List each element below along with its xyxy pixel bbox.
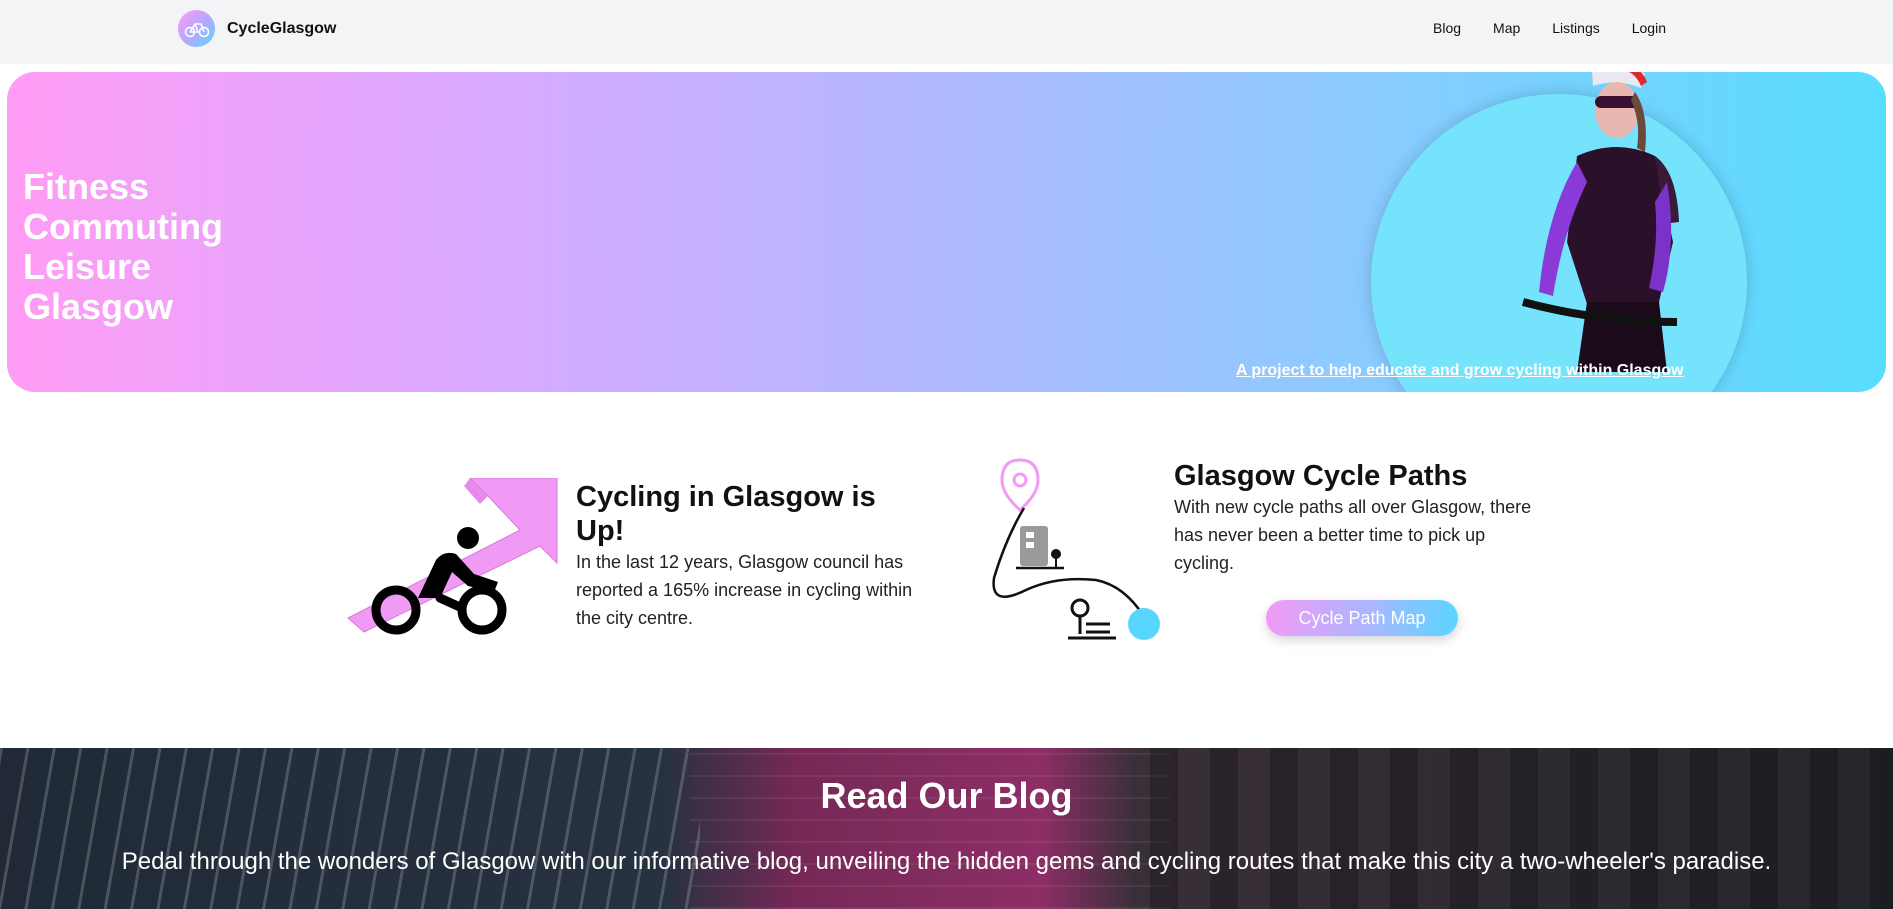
cyclist-photo — [1521, 72, 1679, 372]
feature-cycling-up: Cycling in Glasgow is Up! In the last 12… — [576, 480, 921, 632]
cyclist-growth-arrow-icon — [347, 478, 558, 635]
hero-word-glasgow: Glasgow — [23, 286, 174, 327]
nav-links: Blog Map Listings Login — [1433, 0, 1666, 56]
bicycle-logo-icon — [178, 10, 215, 47]
nav-link-map[interactable]: Map — [1493, 20, 1520, 36]
hero-word-fitness: Fitness — [23, 166, 150, 207]
feature-text: In the last 12 years, Glasgow council ha… — [576, 552, 913, 628]
hero-word-leisure: Leisure — [23, 246, 152, 287]
nav-link-listings[interactable]: Listings — [1552, 20, 1599, 36]
cycle-path-map-button[interactable]: Cycle Path Map — [1266, 600, 1458, 636]
feature-title: Cycling in Glasgow is Up! — [576, 481, 876, 547]
hero-words: Fitness Commuting Leisure Glasgow — [23, 167, 223, 327]
blog-title: Read Our Blog — [820, 775, 1073, 816]
nav-link-blog[interactable]: Blog — [1433, 20, 1461, 36]
navbar: CycleGlasgow Blog Map Listings Login — [0, 0, 1893, 64]
feature-text: With new cycle paths all over Glasgow, t… — [1174, 497, 1532, 573]
feature-cycle-paths: Glasgow Cycle Paths With new cycle paths… — [1174, 459, 1544, 577]
route-map-icon — [992, 458, 1160, 640]
hero-word-commuting: Commuting — [23, 206, 223, 247]
brand-name: CycleGlasgow — [227, 19, 337, 37]
blog-overlay — [0, 748, 1893, 909]
hero-tagline-link[interactable]: A project to help educate and grow cycli… — [1236, 362, 1683, 380]
hero-banner: Fitness Commuting Leisure Glasgow A proj… — [7, 72, 1886, 392]
blog-section — [0, 748, 1893, 909]
brand-link[interactable]: CycleGlasgow — [178, 10, 336, 47]
nav-link-login[interactable]: Login — [1632, 20, 1666, 36]
feature-title: Glasgow Cycle Paths — [1174, 460, 1468, 492]
blog-text: Pedal through the wonders of Glasgow wit… — [121, 848, 1772, 875]
